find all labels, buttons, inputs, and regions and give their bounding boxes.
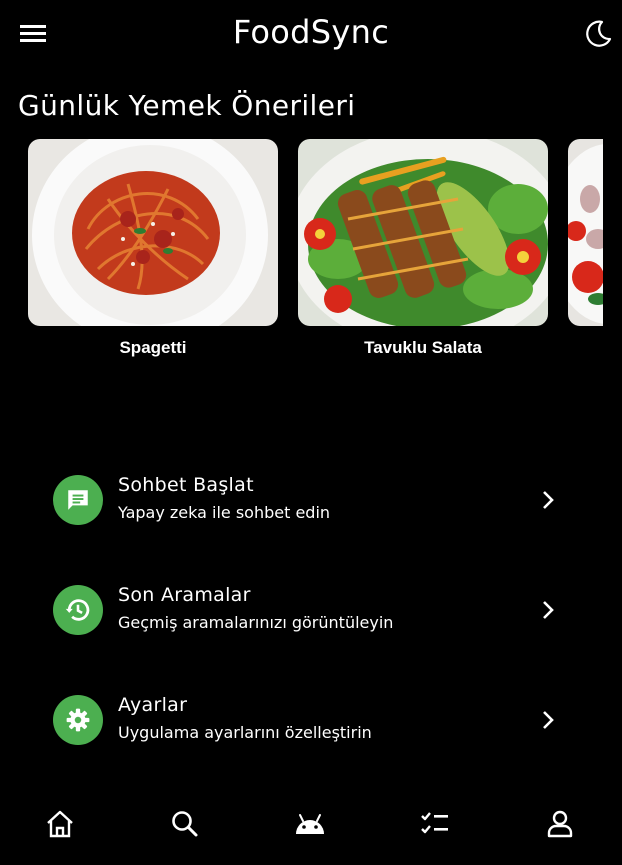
nav-search[interactable] [160, 804, 210, 844]
suggestion-card-spaghetti[interactable]: Spagetti [28, 139, 278, 358]
menu-item-subtitle: Uygulama ayarlarını özelleştirin [118, 723, 372, 742]
menu-item-subtitle: Geçmiş aramalarınızı görüntüleyin [118, 613, 394, 632]
menu-item-subtitle: Yapay zeka ile sohbet edin [118, 503, 331, 522]
history-icon-circle [53, 585, 103, 635]
theme-toggle-button[interactable] [582, 18, 614, 50]
menu-item-start-chat[interactable]: Sohbet Başlat Yapay zeka ile sohbet edin [38, 460, 578, 550]
suggestions-carousel[interactable]: Spagetti Tavuklu Salata [0, 139, 603, 379]
spaghetti-image [28, 139, 278, 326]
suggestion-label: Tavuklu Salata [364, 338, 482, 357]
checklist-icon [421, 812, 448, 834]
menu-item-recent-searches[interactable]: Son Aramalar Geçmiş aramalarınızı görünt… [38, 570, 578, 660]
chat-icon-circle [53, 475, 103, 525]
chevron-right-icon [543, 601, 554, 619]
profile-icon [547, 810, 573, 838]
menu-item-title: Son Aramalar [118, 584, 251, 606]
home-icon [47, 810, 73, 838]
app-bar: FoodSync [0, 0, 622, 68]
nav-checklist[interactable] [410, 804, 460, 844]
suggestion-label: Spagetti [119, 338, 187, 357]
nav-assistant[interactable] [285, 804, 335, 844]
menu-item-title: Sohbet Başlat [118, 474, 254, 496]
third-dish-image [568, 139, 603, 326]
moon-icon [586, 20, 612, 47]
chat-icon [68, 490, 88, 510]
settings-icon-circle [53, 695, 103, 745]
search-icon [172, 811, 198, 837]
suggestion-card-partial[interactable] [568, 139, 603, 338]
menu-item-title: Ayarlar [118, 694, 188, 716]
menu-item-settings[interactable]: Ayarlar Uygulama ayarlarını özelleştirin [38, 680, 578, 770]
bottom-navigation [0, 790, 622, 865]
chevron-right-icon [543, 711, 554, 729]
suggestion-card-chicken-salad[interactable]: Tavuklu Salata [298, 139, 548, 358]
chevron-right-icon [543, 491, 554, 509]
nav-home[interactable] [35, 804, 85, 844]
android-icon [296, 814, 324, 834]
chicken-salad-image [298, 139, 548, 326]
app-title: FoodSync [232, 13, 390, 51]
suggestions-title: Günlük Yemek Önerileri [18, 89, 356, 122]
history-icon [65, 599, 90, 621]
nav-profile[interactable] [535, 804, 585, 844]
settings-icon [66, 708, 90, 732]
